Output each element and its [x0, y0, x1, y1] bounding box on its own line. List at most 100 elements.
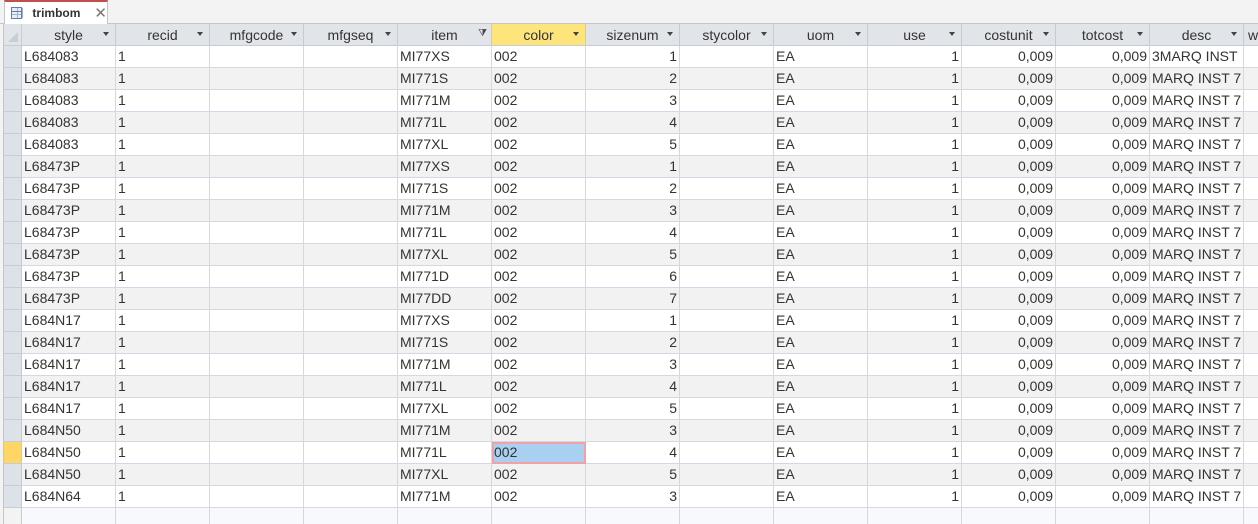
cell-stycolor[interactable] — [680, 486, 774, 508]
record-selector[interactable] — [4, 398, 22, 420]
cell-totcost[interactable]: 0,009 — [1056, 244, 1150, 266]
cell-costunit[interactable]: 0,009 — [962, 46, 1056, 68]
cell-mfgseq[interactable] — [304, 200, 398, 222]
cell-sizenum[interactable]: 1 — [586, 310, 680, 332]
cell-mfgcode[interactable] — [210, 398, 304, 420]
cell-uom[interactable]: EA — [774, 376, 868, 398]
record-selector[interactable] — [4, 134, 22, 156]
cell-use[interactable]: 1 — [868, 68, 962, 90]
cell-stycolor[interactable] — [680, 68, 774, 90]
column-header-color[interactable]: color — [492, 24, 586, 46]
close-icon[interactable]: ✕ — [94, 6, 107, 21]
table-row[interactable]: L684N17 1 MI77XL 002 5 EA 1 0,009 0,009 MARQ INST… — [4, 398, 1258, 420]
cell-uom[interactable]: EA — [774, 398, 868, 420]
cell-mfgseq[interactable] — [304, 266, 398, 288]
cell-style[interactable]: L684N64 — [22, 486, 116, 508]
cell-recid[interactable]: 1 — [116, 354, 210, 376]
cell-item[interactable]: MI771L — [398, 376, 492, 398]
cell-recid[interactable]: 1 — [116, 112, 210, 134]
cell-color[interactable]: 002 — [492, 376, 586, 398]
table-row[interactable]: L68473P 1 MI77DD 002 7 EA 1 0,009 0,009 MARQ INST… — [4, 288, 1258, 310]
cell-w[interactable] — [1244, 266, 1258, 288]
cell-style[interactable]: L684N17 — [22, 376, 116, 398]
cell-mfgseq[interactable] — [304, 310, 398, 332]
cell-uom[interactable]: EA — [774, 134, 868, 156]
cell-desc[interactable]: 3MARQ INST — [1150, 46, 1244, 68]
record-selector[interactable] — [4, 46, 22, 68]
cell-costunit[interactable]: 0,009 — [962, 90, 1056, 112]
cell-desc[interactable]: MARQ INST 7 — [1150, 420, 1244, 442]
cell-stycolor[interactable] — [680, 156, 774, 178]
column-header-w[interactable]: w — [1244, 24, 1258, 46]
empty-cell[interactable] — [868, 508, 962, 524]
dropdown-arrow-icon[interactable] — [197, 32, 203, 36]
dropdown-arrow-icon[interactable] — [855, 32, 861, 36]
record-selector[interactable] — [4, 486, 22, 508]
cell-color[interactable]: 002 — [492, 68, 586, 90]
cell-stycolor[interactable] — [680, 178, 774, 200]
dropdown-arrow-icon[interactable] — [1137, 32, 1143, 36]
cell-w[interactable] — [1244, 156, 1258, 178]
cell-sizenum[interactable]: 1 — [586, 46, 680, 68]
cell-uom[interactable]: EA — [774, 332, 868, 354]
cell-item[interactable]: MI771S — [398, 332, 492, 354]
cell-w[interactable] — [1244, 332, 1258, 354]
cell-totcost[interactable]: 0,009 — [1056, 112, 1150, 134]
cell-use[interactable]: 1 — [868, 266, 962, 288]
table-row[interactable]: L684083 1 MI771L 002 4 EA 1 0,009 0,009 MARQ INST… — [4, 112, 1258, 134]
cell-style[interactable]: L684083 — [22, 90, 116, 112]
cell-sizenum[interactable]: 4 — [586, 222, 680, 244]
cell-desc[interactable]: MARQ INST 7 — [1150, 178, 1244, 200]
cell-w[interactable] — [1244, 178, 1258, 200]
cell-sizenum[interactable]: 4 — [586, 442, 680, 464]
cell-use[interactable]: 1 — [868, 112, 962, 134]
table-row[interactable]: L684083 1 MI77XS 002 1 EA 1 0,009 0,009 3MARQ INS… — [4, 46, 1258, 68]
cell-stycolor[interactable] — [680, 90, 774, 112]
cell-costunit[interactable]: 0,009 — [962, 288, 1056, 310]
cell-use[interactable]: 1 — [868, 156, 962, 178]
cell-uom[interactable]: EA — [774, 442, 868, 464]
cell-stycolor[interactable] — [680, 464, 774, 486]
column-header-recid[interactable]: recid — [116, 24, 210, 46]
cell-desc[interactable]: MARQ INST 7 — [1150, 398, 1244, 420]
cell-mfgcode[interactable] — [210, 376, 304, 398]
cell-style[interactable]: L68473P — [22, 156, 116, 178]
cell-style[interactable]: L684N50 — [22, 420, 116, 442]
cell-totcost[interactable]: 0,009 — [1056, 486, 1150, 508]
cell-uom[interactable]: EA — [774, 90, 868, 112]
cell-desc[interactable]: MARQ INST 7 — [1150, 376, 1244, 398]
cell-use[interactable]: 1 — [868, 354, 962, 376]
cell-stycolor[interactable] — [680, 200, 774, 222]
cell-item[interactable]: MI77XL — [398, 244, 492, 266]
record-selector[interactable] — [4, 310, 22, 332]
cell-w[interactable] — [1244, 222, 1258, 244]
table-row[interactable]: L684N50 1 MI771L 002 4 EA 1 0,009 0,009 MARQ INST… — [4, 442, 1258, 464]
cell-w[interactable] — [1244, 398, 1258, 420]
cell-stycolor[interactable] — [680, 420, 774, 442]
cell-item[interactable]: MI771S — [398, 68, 492, 90]
cell-stycolor[interactable] — [680, 288, 774, 310]
cell-style[interactable]: L684N50 — [22, 442, 116, 464]
cell-color[interactable]: 002 — [492, 178, 586, 200]
table-row[interactable]: L684N50 1 MI77XL 002 5 EA 1 0,009 0,009 MARQ INST… — [4, 464, 1258, 486]
cell-recid[interactable]: 1 — [116, 266, 210, 288]
cell-desc[interactable]: MARQ INST 7 — [1150, 90, 1244, 112]
cell-style[interactable]: L68473P — [22, 200, 116, 222]
empty-cell[interactable] — [680, 508, 774, 524]
cell-sizenum[interactable]: 6 — [586, 266, 680, 288]
dropdown-arrow-icon[interactable] — [667, 32, 673, 36]
cell-item[interactable]: MI771L — [398, 442, 492, 464]
cell-uom[interactable]: EA — [774, 178, 868, 200]
cell-uom[interactable]: EA — [774, 310, 868, 332]
cell-mfgcode[interactable] — [210, 200, 304, 222]
dropdown-arrow-icon[interactable] — [761, 32, 767, 36]
cell-costunit[interactable]: 0,009 — [962, 464, 1056, 486]
cell-color[interactable]: 002 — [492, 156, 586, 178]
tab-trimbom[interactable]: trimbom ✕ — [4, 0, 108, 24]
cell-totcost[interactable]: 0,009 — [1056, 398, 1150, 420]
dropdown-arrow-icon[interactable] — [949, 32, 955, 36]
cell-totcost[interactable]: 0,009 — [1056, 332, 1150, 354]
cell-totcost[interactable]: 0,009 — [1056, 288, 1150, 310]
cell-sizenum[interactable]: 3 — [586, 420, 680, 442]
cell-w[interactable] — [1244, 486, 1258, 508]
